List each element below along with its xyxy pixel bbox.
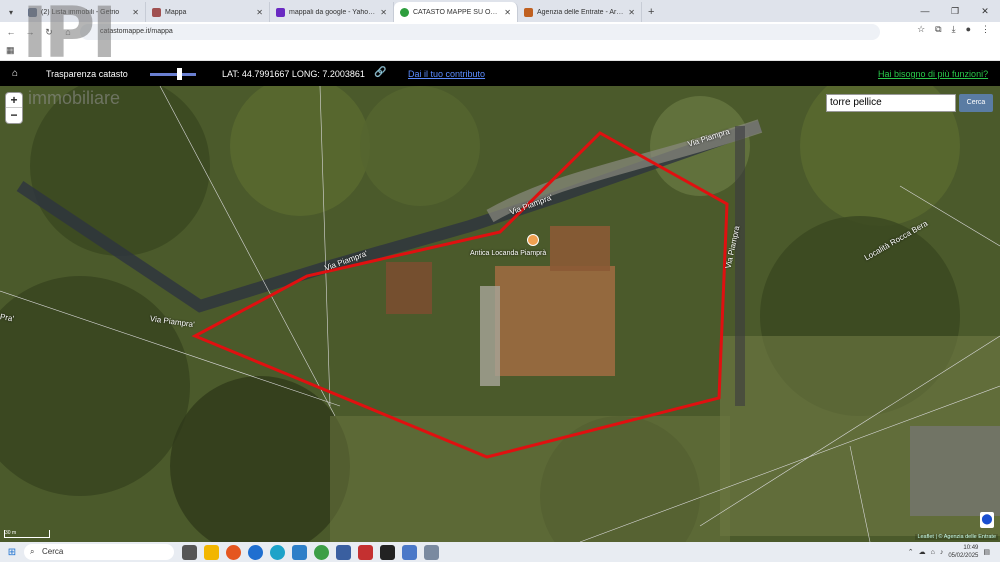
transparency-slider[interactable] <box>150 68 196 80</box>
firefox-icon[interactable] <box>226 544 241 560</box>
taskbar-search[interactable]: ⌕ Cerca <box>24 544 174 560</box>
slider-track <box>150 73 196 76</box>
map-search-button[interactable]: Cerca <box>959 94 993 112</box>
site-home-icon[interactable]: ⌂ <box>12 68 18 79</box>
clock-date: 05/02/2025 <box>948 553 979 559</box>
notifications-icon[interactable]: ▤ <box>983 548 990 556</box>
link-icon[interactable]: 🔗 <box>374 67 386 78</box>
close-window-icon[interactable]: ✕ <box>970 6 1000 17</box>
tab-title: mappali da google - Yahoo Ital <box>289 8 378 16</box>
locate-icon[interactable]: ⬤ <box>980 512 994 528</box>
scale-label: 30 m <box>5 530 17 536</box>
close-tab-icon[interactable]: ✕ <box>132 8 139 17</box>
url-text: catastomappe.it/mappa <box>100 28 173 35</box>
browser-tab-bar: ▾ (2) Lista immobili - Getrio ✕ Mappa ✕ … <box>0 0 1000 22</box>
tab-title: CATASTO MAPPE SU ORTOFOTO <box>413 8 501 16</box>
zoom-control: + − <box>6 93 22 123</box>
windows-start-icon[interactable]: ⊞ <box>0 547 24 558</box>
tab-title: Agenzia delle Entrate - Area ris <box>537 8 626 16</box>
home-icon[interactable]: ⌂ <box>60 27 76 37</box>
app-icon[interactable] <box>336 544 351 560</box>
clock[interactable]: 10:49 05/02/2025 <box>948 544 978 560</box>
poi-label: Antica Locanda Piamprà <box>470 250 547 257</box>
zoom-out-button[interactable]: − <box>6 108 22 123</box>
tab-favicon <box>400 7 409 17</box>
map-search-input[interactable]: torre pellice <box>826 94 956 112</box>
close-tab-icon[interactable]: ✕ <box>628 8 635 17</box>
reload-icon[interactable]: ↻ <box>41 27 57 38</box>
apps-grid-icon[interactable]: ▦ <box>6 45 15 56</box>
app-icon[interactable] <box>358 544 373 560</box>
maximize-icon[interactable]: ❐ <box>940 6 970 17</box>
search-icon: ⌕ <box>30 547 35 556</box>
volume-icon[interactable]: ♪ <box>940 549 944 556</box>
more-functions-link[interactable]: Hai bisogno di più funzioni? <box>878 69 988 79</box>
bookmarks-bar: ▦ <box>0 42 1000 61</box>
close-tab-icon[interactable]: ✕ <box>380 8 387 17</box>
window-controls: — ❐ ✕ <box>910 0 1000 22</box>
outlook-icon[interactable] <box>292 544 307 560</box>
tab-favicon <box>28 7 37 17</box>
address-bar-row: ← → ↻ ⌂ catastomappe.it/mappa ☆ ⧉ ⤓ ● ⋮ <box>0 22 1000 42</box>
tab-search-icon[interactable]: ▾ <box>0 8 22 22</box>
scale-bar: 30 m <box>4 530 50 538</box>
tab-favicon <box>524 7 533 17</box>
tab-favicon <box>276 7 285 17</box>
system-tray: ⌃ ☁ ⌂ ♪ 10:49 05/02/2025 ▤ <box>908 544 990 560</box>
contribute-link[interactable]: Dai il tuo contributo <box>408 69 485 79</box>
task-view-icon[interactable] <box>182 544 197 560</box>
calculator-icon[interactable] <box>424 544 439 560</box>
network-icon[interactable]: ⌂ <box>931 549 935 556</box>
back-icon[interactable]: ← <box>3 27 19 37</box>
downloads-icon[interactable]: ⤓ <box>952 24 956 35</box>
transparency-label: Trasparenza catasto <box>46 69 128 79</box>
minimize-icon[interactable]: — <box>910 6 940 16</box>
edge-icon[interactable] <box>270 544 285 560</box>
tab-title: (2) Lista immobili - Getrio <box>41 8 120 16</box>
extensions-icon[interactable]: ⧉ <box>935 24 941 35</box>
close-tab-icon[interactable]: ✕ <box>504 8 511 17</box>
chrome-icon[interactable] <box>314 544 329 560</box>
cloud-icon[interactable]: ☁ <box>919 548 926 556</box>
thunderbird-icon[interactable] <box>248 544 263 560</box>
map-attribution[interactable]: Leaflet | © Agenzia delle Entrate <box>915 534 998 540</box>
menu-icon[interactable]: ⋮ <box>981 24 990 35</box>
zoom-in-button[interactable]: + <box>6 93 22 108</box>
tab-mappa[interactable]: Mappa ✕ <box>146 2 270 22</box>
file-explorer-icon[interactable] <box>204 544 219 560</box>
taskbar: ⊞ ⌕ Cerca ⌃ ☁ ⌂ ♪ 10:49 05/02/2025 ▤ <box>0 542 1000 562</box>
taskbar-apps <box>182 544 439 560</box>
tab-yahoo[interactable]: mappali da google - Yahoo Ital ✕ <box>270 2 394 22</box>
bookmark-star-icon[interactable]: ☆ <box>917 24 925 35</box>
taskbar-search-label: Cerca <box>42 547 64 556</box>
forward-icon[interactable]: → <box>22 27 38 37</box>
clock-time: 10:49 <box>963 545 979 551</box>
acrobat-icon[interactable] <box>380 544 395 560</box>
url-field[interactable]: catastomappe.it/mappa <box>80 24 880 40</box>
poi-marker-icon[interactable] <box>527 234 539 246</box>
tray-chevron-icon[interactable]: ⌃ <box>908 548 914 556</box>
tab-catasto-mappe[interactable]: CATASTO MAPPE SU ORTOFOTO ✕ <box>394 2 518 22</box>
new-tab-button[interactable]: + <box>642 6 660 22</box>
coordinates-readout: LAT: 44.7991667 LONG: 7.2003861 <box>222 69 365 79</box>
map-view[interactable]: Via Piampra' Via Piampra' Via Piampra' V… <box>0 86 1000 542</box>
browser-actions: ☆ ⧉ ⤓ ● ⋮ <box>917 24 990 35</box>
tab-favicon <box>152 7 161 17</box>
site-toolbar: ⌂ Trasparenza catasto LAT: 44.7991667 LO… <box>0 62 1000 86</box>
profile-icon[interactable]: ● <box>966 24 971 35</box>
tab-title: Mappa <box>165 8 187 16</box>
tab-agenzia-entrate[interactable]: Agenzia delle Entrate - Area ris ✕ <box>518 2 642 22</box>
close-tab-icon[interactable]: ✕ <box>256 8 263 17</box>
app-icon[interactable] <box>402 544 417 560</box>
slider-knob[interactable] <box>177 68 182 80</box>
tab-lista-immobili[interactable]: (2) Lista immobili - Getrio ✕ <box>22 2 146 22</box>
